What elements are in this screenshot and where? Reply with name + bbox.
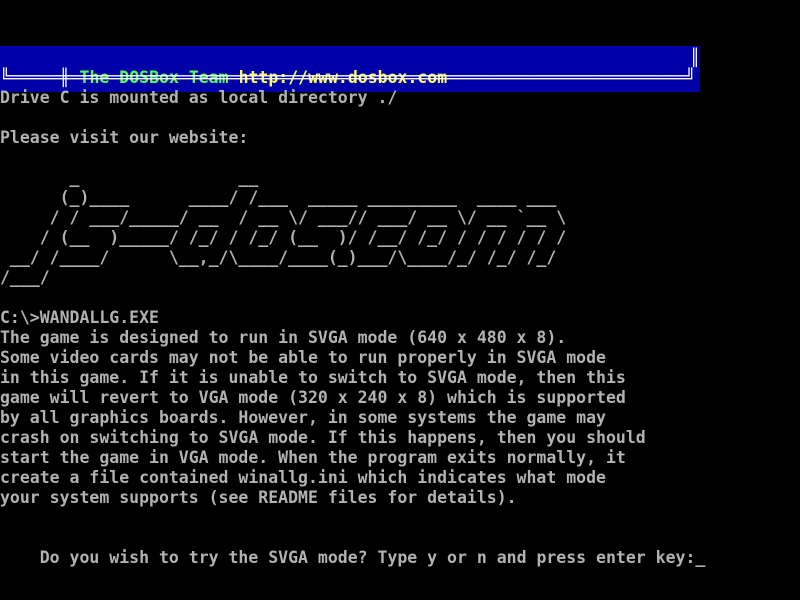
text-cursor[interactable]: _ (695, 548, 705, 568)
dosbox-terminal-screen: ║The DOSBox Teamhttp://www.dosbox.com ║ … (0, 0, 800, 600)
dosbox-banner: ║The DOSBox Teamhttp://www.dosbox.com ║ … (0, 46, 700, 92)
banner-title-row: ║The DOSBox Teamhttp://www.dosbox.com ║ (0, 48, 700, 68)
terminal-output: Drive C is mounted as local directory ./… (0, 88, 646, 508)
command-prompt-line[interactable]: Do you wish to try the SVGA mode? Type y… (0, 528, 705, 588)
banner-bottom-border: ╚═══════════════════════════════════════… (0, 68, 695, 88)
prompt-text: Do you wish to try the SVGA mode? Type y… (40, 548, 696, 567)
banner-border-right: ║ (690, 48, 700, 68)
